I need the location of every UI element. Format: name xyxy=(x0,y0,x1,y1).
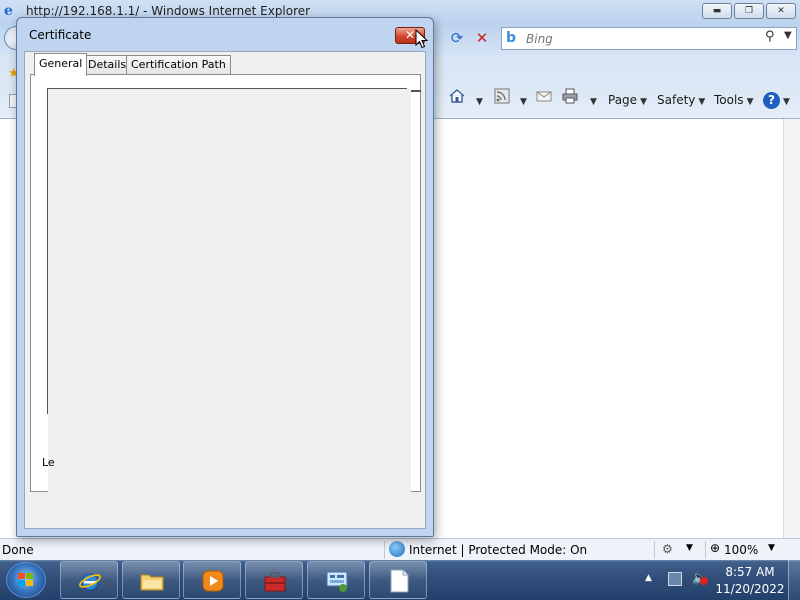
taskbar-windows-explorer[interactable] xyxy=(122,561,180,599)
tab-general[interactable]: General xyxy=(34,53,88,76)
chevron-down-icon: ▼ xyxy=(640,97,647,107)
tools-menu-label: Tools xyxy=(714,93,744,107)
safety-menu[interactable]: Safety ▼ xyxy=(657,88,705,112)
taskbar-blank-document[interactable] xyxy=(369,561,427,599)
feeds-dropdown[interactable]: ▼ xyxy=(517,88,527,112)
zoom-level[interactable]: 100% xyxy=(724,543,758,557)
document-icon xyxy=(390,569,409,593)
taskbar-toolbox[interactable] xyxy=(245,561,303,599)
popup-blocker-icon[interactable]: ⚙ xyxy=(662,542,673,556)
read-mail-button[interactable] xyxy=(535,88,553,112)
tools-menu[interactable]: Tools ▼ xyxy=(714,88,753,112)
dialog-client-area: General Details Certification Path Le xyxy=(24,51,426,529)
stop-icon[interactable]: ✕ xyxy=(472,28,492,48)
print-icon xyxy=(562,88,578,104)
start-button[interactable] xyxy=(6,562,46,598)
page-menu[interactable]: Page ▼ xyxy=(608,88,647,112)
chevron-down-icon: ▼ xyxy=(520,97,527,107)
safety-menu-label: Safety xyxy=(657,93,696,107)
page-menu-label: Page xyxy=(608,93,638,107)
toolbox-icon xyxy=(264,572,286,592)
clock-time[interactable]: 8:57 AM xyxy=(718,565,782,579)
taskbar-internet-explorer[interactable] xyxy=(60,561,118,599)
network-tray-icon[interactable] xyxy=(668,572,682,586)
clock-date[interactable]: 11/20/2022 xyxy=(714,582,786,596)
status-divider xyxy=(654,541,655,559)
globe-icon xyxy=(389,541,405,557)
network-icon xyxy=(326,571,348,592)
status-bar: Done Internet | Protected Mode: On ⚙ ▼ ⊕… xyxy=(0,538,800,560)
tab-panel-general: Le xyxy=(30,74,421,492)
restore-button[interactable]: ❐ xyxy=(734,3,764,19)
print-dropdown[interactable]: ▼ xyxy=(587,88,597,112)
mouse-cursor-icon xyxy=(415,29,429,49)
mail-icon xyxy=(536,91,552,102)
dialog-title: Certificate xyxy=(29,28,92,42)
command-bar: ▼ ▼ ▼ Page ▼ Safety ▼ Tools ▼ ? ▼ xyxy=(440,88,800,112)
chevron-down-icon: ▼ xyxy=(783,97,790,107)
chevron-down-icon: ▼ xyxy=(590,97,597,107)
home-button[interactable] xyxy=(448,88,466,112)
search-icon[interactable]: ⚲ xyxy=(765,29,775,44)
show-desktop-button[interactable] xyxy=(788,560,800,600)
folder-icon xyxy=(140,574,164,591)
taskbar-network-center[interactable] xyxy=(307,561,365,599)
search-input[interactable] xyxy=(526,31,756,47)
status-text: Done xyxy=(2,543,34,557)
help-menu[interactable]: ? ▼ xyxy=(763,88,790,112)
learn-more-link[interactable]: Le xyxy=(42,456,55,469)
minimize-button[interactable]: ▬ xyxy=(702,3,732,19)
tab-certification-path[interactable]: Certification Path xyxy=(126,55,231,75)
help-icon: ? xyxy=(763,92,780,109)
ie-logo-icon: e xyxy=(4,3,13,19)
bing-icon: b xyxy=(506,30,517,46)
zoom-icon[interactable]: ⊕ xyxy=(710,541,720,555)
show-hidden-icons-button[interactable]: ▲ xyxy=(645,573,652,583)
chevron-down-icon[interactable]: ▼ xyxy=(686,543,693,553)
close-window-button[interactable]: ✕ xyxy=(766,3,796,19)
ie-logo-icon xyxy=(79,573,101,591)
taskbar-media-player[interactable] xyxy=(183,561,241,599)
search-dropdown-icon[interactable]: ▼ xyxy=(784,30,792,41)
windows-logo-icon xyxy=(18,573,35,588)
home-icon xyxy=(449,89,465,103)
vertical-scrollbar[interactable] xyxy=(783,119,800,538)
feeds-button[interactable] xyxy=(493,88,511,112)
feeds-icon xyxy=(494,88,510,104)
chevron-down-icon: ▼ xyxy=(476,97,483,107)
mute-indicator-icon xyxy=(700,577,708,585)
chevron-down-icon: ▼ xyxy=(746,97,754,107)
status-divider xyxy=(705,541,706,559)
unrendered-region xyxy=(48,89,411,492)
security-zone-text[interactable]: Internet | Protected Mode: On xyxy=(409,543,587,557)
ie-window-title: http://192.168.1.1/ - Windows Internet E… xyxy=(26,4,311,18)
taskbar: ▲ 🔈 8:57 AM 11/20/2022 xyxy=(0,560,800,600)
status-divider xyxy=(384,541,385,559)
search-box: b ⚲ ▼ xyxy=(501,27,797,50)
print-button[interactable] xyxy=(561,88,579,112)
tab-details[interactable]: Details xyxy=(83,55,132,75)
home-dropdown[interactable]: ▼ xyxy=(473,88,483,112)
media-player-icon xyxy=(202,570,224,592)
chevron-down-icon: ▼ xyxy=(698,97,706,107)
refresh-icon[interactable]: ⟳ xyxy=(447,28,467,48)
certificate-dialog: Certificate ✕ General Details Certificat… xyxy=(16,17,434,537)
chevron-down-icon[interactable]: ▼ xyxy=(768,543,775,553)
